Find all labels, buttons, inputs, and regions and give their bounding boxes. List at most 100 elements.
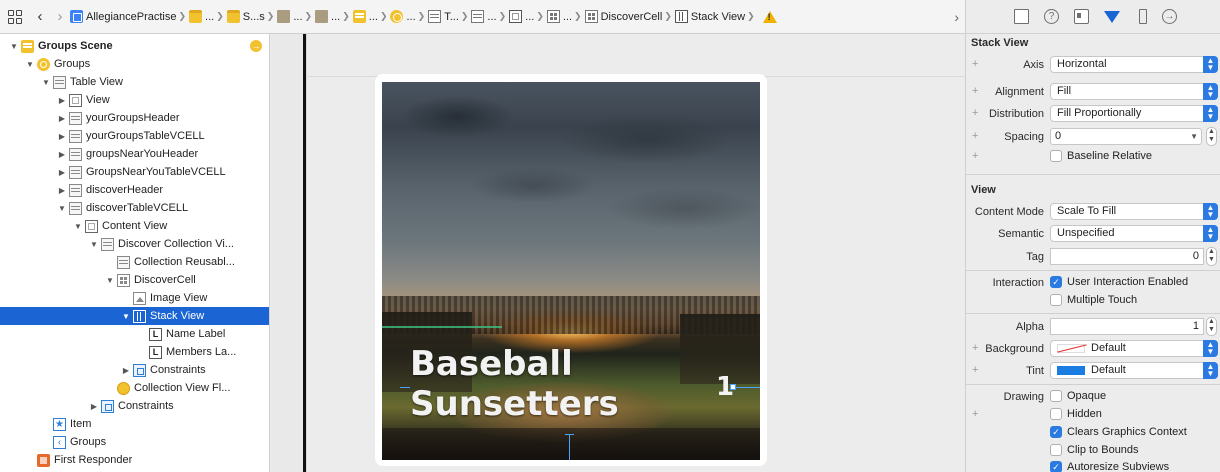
outline-row[interactable]: ▶ Constraints	[0, 397, 269, 415]
connections-inspector-icon[interactable]: →	[1162, 9, 1177, 24]
forward-arrow-icon[interactable]: ›	[50, 0, 70, 33]
disclosure-triangle-icon[interactable]: ▼	[56, 204, 68, 213]
clip-to-bounds-checkbox[interactable]: Clip to Bounds	[1050, 444, 1139, 456]
related-items-icon[interactable]	[6, 8, 24, 26]
breadcrumb-item[interactable]: ...	[277, 0, 303, 33]
breadcrumb-item[interactable]: ...	[546, 0, 572, 33]
breadcrumb-item[interactable]: ...	[509, 0, 534, 33]
opaque-checkbox[interactable]: Opaque	[1050, 390, 1106, 402]
spacing-combo[interactable]: 0 ▼	[1050, 128, 1202, 145]
disclosure-triangle-icon[interactable]: ▼	[24, 60, 36, 69]
outline-row[interactable]: ▼ Groups	[0, 55, 269, 73]
outline-row[interactable]: ▼ Stack View	[0, 307, 269, 325]
tint-popup[interactable]: Default ▲ ▼	[1050, 362, 1218, 379]
outline-row[interactable]: Collection Reusabl...	[0, 253, 269, 271]
outline-row[interactable]: ▶ GroupsNearYouTableVCELL	[0, 163, 269, 181]
size-inspector-icon[interactable]	[1139, 9, 1147, 24]
tag-stepper[interactable]: ▲ ▼	[1206, 247, 1217, 266]
breadcrumb-item[interactable]: ...	[471, 0, 497, 33]
outline-row[interactable]: ★ Item	[0, 415, 269, 433]
clears-graphics-checkbox[interactable]: ✓ Clears Graphics Context	[1050, 426, 1187, 438]
outline-row[interactable]: ▶ groupsNearYouHeader	[0, 145, 269, 163]
outline-row[interactable]: ▼ Table View	[0, 73, 269, 91]
back-arrow-icon[interactable]: ‹	[30, 0, 50, 33]
axis-popup[interactable]: Horizontal ▲ ▼	[1050, 56, 1218, 73]
disclosure-triangle-icon[interactable]: ▼	[72, 222, 84, 231]
plus-icon[interactable]: +	[972, 58, 978, 70]
distribution-popup[interactable]: Fill Proportionally ▲ ▼	[1050, 105, 1218, 122]
disclosure-triangle-icon[interactable]: ▶	[120, 366, 132, 375]
identity-inspector-icon[interactable]	[1074, 9, 1089, 24]
breadcrumb-item[interactable]: ...	[189, 0, 214, 33]
content-mode-popup[interactable]: Scale To Fill ▲ ▼	[1050, 203, 1218, 220]
plus-icon[interactable]: +	[972, 342, 978, 354]
disclosure-triangle-icon[interactable]: ▶	[56, 114, 68, 123]
outline-row[interactable]: First Responder	[0, 451, 269, 469]
image-view[interactable]: Baseball Sunsetters 1	[382, 82, 760, 460]
disclosure-triangle-icon[interactable]: ▼	[104, 276, 116, 285]
disclosure-triangle-icon[interactable]: ▶	[56, 168, 68, 177]
plus-icon[interactable]: +	[972, 364, 978, 376]
hidden-checkbox[interactable]: Hidden	[1050, 408, 1102, 420]
attributes-inspector-icon[interactable]	[1104, 10, 1120, 23]
quick-help-icon[interactable]: ?	[1044, 9, 1059, 24]
name-label[interactable]: Baseball Sunsetters	[410, 344, 650, 424]
disclosure-triangle-icon[interactable]: ▼	[88, 240, 100, 249]
warning-icon[interactable]	[762, 10, 777, 23]
breadcrumb-separator-icon: ❯	[379, 11, 388, 21]
outline-row[interactable]: ▶ yourGroupsHeader	[0, 109, 269, 127]
plus-icon[interactable]: +	[972, 107, 978, 119]
baseline-relative-checkbox[interactable]: Baseline Relative	[1050, 150, 1152, 162]
resize-handle[interactable]	[730, 384, 736, 390]
alpha-field[interactable]: 1	[1050, 318, 1204, 335]
disclosure-triangle-icon[interactable]: ▶	[56, 96, 68, 105]
plus-icon[interactable]: +	[972, 85, 978, 97]
outline-row[interactable]: ▼ Content View	[0, 217, 269, 235]
outline-row[interactable]: ▼ DiscoverCell	[0, 271, 269, 289]
background-popup[interactable]: Default ▲ ▼	[1050, 340, 1218, 357]
breadcrumb-item[interactable]: DiscoverCell	[584, 0, 662, 33]
breadcrumb-item[interactable]: Stack View	[674, 0, 745, 33]
scene-exit-icon[interactable]: →	[250, 40, 262, 52]
disclosure-triangle-icon[interactable]: ▶	[56, 150, 68, 159]
storyboard-canvas[interactable]: Baseball Sunsetters 1	[271, 34, 965, 472]
disclosure-triangle-icon[interactable]: ▼	[8, 42, 20, 51]
plus-icon[interactable]: +	[972, 408, 978, 420]
outline-row[interactable]: ‹ Groups	[0, 433, 269, 451]
outline-row[interactable]: ▼ Groups Scene →	[0, 37, 269, 55]
breadcrumb-item[interactable]: S...s	[226, 0, 265, 33]
autoresize-subviews-checkbox[interactable]: ✓ Autoresize Subviews	[1050, 461, 1169, 472]
outline-row[interactable]: ▶ Constraints	[0, 361, 269, 379]
outline-row[interactable]: ▼ discoverTableVCELL	[0, 199, 269, 217]
disclosure-triangle-icon[interactable]: ▼	[120, 312, 132, 321]
outline-row[interactable]: L Name Label	[0, 325, 269, 343]
breadcrumb-item[interactable]: ...	[390, 0, 416, 33]
tag-field[interactable]: 0	[1050, 248, 1204, 265]
spacing-stepper[interactable]: ▲ ▼	[1206, 127, 1217, 146]
file-inspector-icon[interactable]	[1014, 9, 1029, 24]
outline-row[interactable]: ▶ discoverHeader	[0, 181, 269, 199]
outline-row[interactable]: ▶ yourGroupsTableVCELL	[0, 127, 269, 145]
disclosure-triangle-icon[interactable]: ▶	[56, 132, 68, 141]
alignment-popup[interactable]: Fill ▲ ▼	[1050, 83, 1218, 100]
alpha-stepper[interactable]: ▲ ▼	[1206, 317, 1217, 336]
discover-cell[interactable]: Baseball Sunsetters 1	[375, 74, 767, 466]
breadcrumb-item[interactable]: T...	[428, 0, 459, 33]
disclosure-triangle-icon[interactable]: ▶	[56, 186, 68, 195]
breadcrumb-item[interactable]: ...	[315, 0, 340, 33]
disclosure-triangle-icon[interactable]: ▶	[88, 402, 100, 411]
breadcrumb-item[interactable]: AllegiancePractise	[70, 0, 177, 33]
multiple-touch-checkbox[interactable]: Multiple Touch	[1050, 294, 1137, 306]
outline-row[interactable]: L Members La...	[0, 343, 269, 361]
chevron-right-icon[interactable]: ›	[954, 9, 959, 25]
disclosure-triangle-icon[interactable]: ▼	[40, 78, 52, 87]
outline-row[interactable]: Collection View Fl...	[0, 379, 269, 397]
user-interaction-checkbox[interactable]: ✓ User Interaction Enabled	[1050, 276, 1188, 288]
semantic-popup[interactable]: Unspecified ▲ ▼	[1050, 225, 1218, 242]
outline-row[interactable]: Image View	[0, 289, 269, 307]
outline-row[interactable]: ▼ Discover Collection Vi...	[0, 235, 269, 253]
breadcrumb-item[interactable]: ...	[352, 0, 378, 33]
plus-icon[interactable]: +	[972, 150, 978, 162]
plus-icon[interactable]: +	[972, 130, 978, 142]
outline-row[interactable]: ▶ View	[0, 91, 269, 109]
